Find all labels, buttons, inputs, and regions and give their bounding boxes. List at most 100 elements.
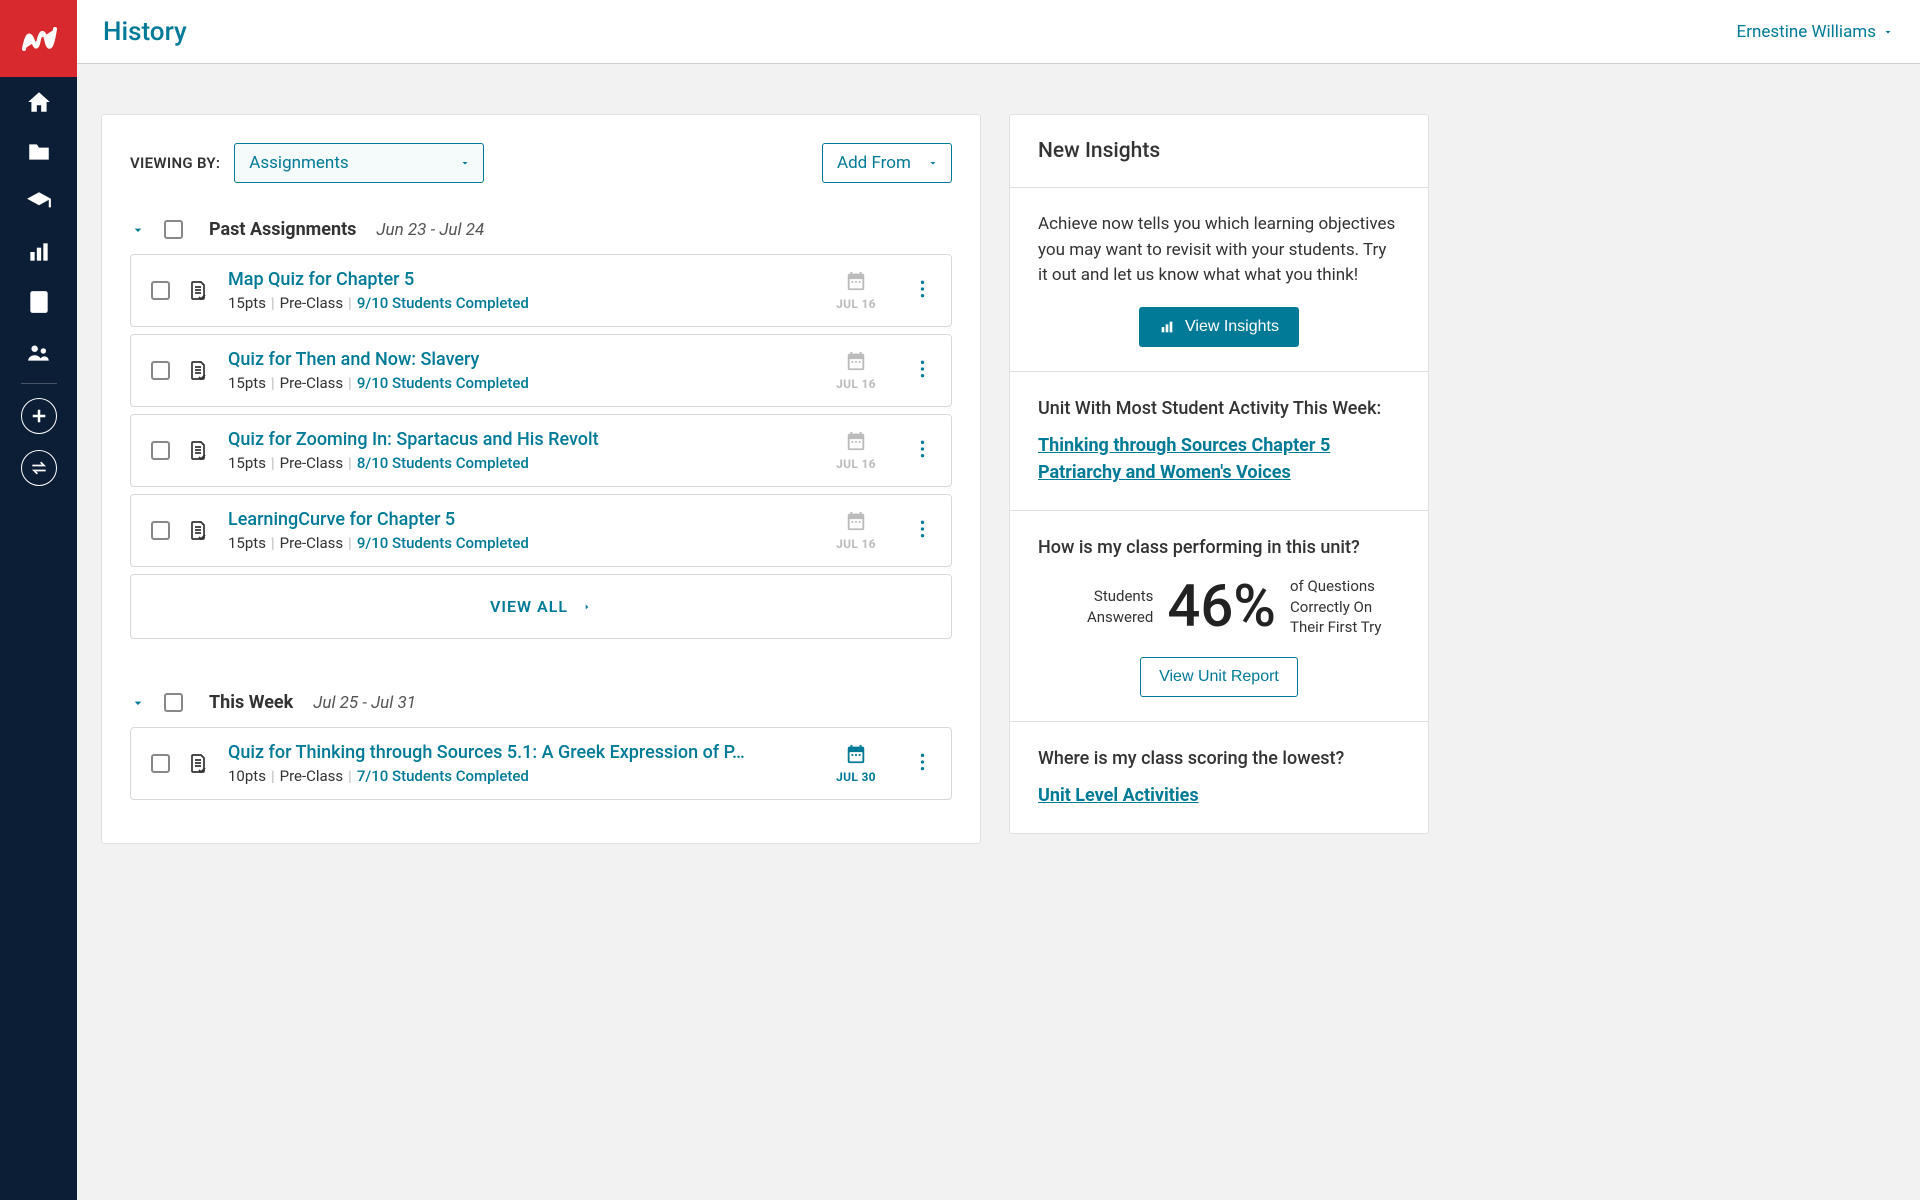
due-date: JUL 16: [826, 350, 886, 391]
assignment-title[interactable]: LearningCurve for Chapter 5: [228, 509, 826, 530]
calendar-icon: [845, 510, 867, 532]
document-icon: [186, 359, 210, 383]
viewing-by-label: VIEWING BY:: [130, 154, 220, 172]
due-date-label: JUL 30: [826, 770, 886, 784]
more-options-button[interactable]: [914, 513, 931, 549]
assignment-completed: 9/10 Students Completed: [357, 534, 529, 552]
section-date-range: Jul 25 - Jul 31: [313, 693, 416, 713]
more-options-button[interactable]: [914, 433, 931, 469]
view-insights-button[interactable]: View Insights: [1139, 307, 1299, 347]
assignment-completed: 9/10 Students Completed: [357, 374, 529, 392]
select-assignment-checkbox[interactable]: [151, 754, 170, 773]
select-assignment-checkbox[interactable]: [151, 441, 170, 460]
section-date-range: Jun 23 - Jul 24: [376, 220, 484, 240]
assignment-completed: 7/10 Students Completed: [357, 767, 529, 785]
select-all-week-checkbox[interactable]: [164, 693, 183, 712]
more-icon: [920, 439, 925, 459]
calendar-icon: [845, 350, 867, 372]
select-assignment-checkbox[interactable]: [151, 281, 170, 300]
page-title: History: [103, 17, 187, 47]
calendar-icon: [845, 430, 867, 452]
assignments-panel: VIEWING BY: Assignments Add From: [101, 114, 981, 844]
assignment-tag: Pre-Class: [280, 454, 344, 472]
more-options-button[interactable]: [914, 746, 931, 782]
bars-icon: [1159, 319, 1175, 335]
due-date: JUL 30: [826, 743, 886, 784]
assignment-title[interactable]: Map Quiz for Chapter 5: [228, 269, 826, 290]
assignment-tag: Pre-Class: [280, 534, 344, 552]
nav-divider: [21, 383, 57, 384]
calendar-icon: [845, 743, 867, 765]
activity-title: Unit With Most Student Activity This Wee…: [1038, 396, 1400, 422]
due-date-label: JUL 16: [826, 457, 886, 471]
add-from-select[interactable]: Add From: [822, 143, 952, 183]
assignment-tag: Pre-Class: [280, 294, 344, 312]
nav-folder-icon[interactable]: [0, 127, 77, 177]
more-icon: [920, 279, 925, 299]
nav-book-icon[interactable]: [0, 277, 77, 327]
assignment-meta: 15pts|Pre-Class|8/10 Students Completed: [228, 454, 826, 472]
document-icon: [186, 439, 210, 463]
insights-intro: Achieve now tells you which learning obj…: [1038, 212, 1400, 289]
assignment-completed: 9/10 Students Completed: [357, 294, 529, 312]
more-icon: [920, 519, 925, 539]
chevron-down-icon: [459, 157, 471, 169]
sidebar: [0, 0, 77, 1200]
assignment-tag: Pre-Class: [280, 767, 344, 785]
select-assignment-checkbox[interactable]: [151, 361, 170, 380]
assignment-title[interactable]: Quiz for Then and Now: Slavery: [228, 349, 826, 370]
assignment-points: 10pts: [228, 767, 266, 785]
more-options-button[interactable]: [914, 353, 931, 389]
select-all-past-checkbox[interactable]: [164, 220, 183, 239]
document-icon: [186, 752, 210, 776]
section-header-week: This Week Jul 25 - Jul 31: [102, 692, 980, 727]
assignment-card: LearningCurve for Chapter 5 15pts|Pre-Cl…: [130, 494, 952, 567]
nav-swap-button[interactable]: [21, 450, 57, 486]
user-name: Ernestine Williams: [1737, 22, 1876, 42]
document-icon: [186, 519, 210, 543]
assignment-title[interactable]: Quiz for Zooming In: Spartacus and His R…: [228, 429, 826, 450]
due-date: JUL 16: [826, 430, 886, 471]
assignment-tag: Pre-Class: [280, 374, 344, 392]
section-title: This Week: [209, 692, 293, 713]
chevron-down-icon: [1882, 26, 1894, 38]
due-date: JUL 16: [826, 510, 886, 551]
lowest-title: Where is my class scoring the lowest?: [1038, 746, 1400, 772]
viewing-by-select[interactable]: Assignments: [234, 143, 484, 183]
nav-add-button[interactable]: [21, 398, 57, 434]
more-options-button[interactable]: [914, 273, 931, 309]
assignment-meta: 10pts|Pre-Class|7/10 Students Completed: [228, 767, 826, 785]
more-icon: [920, 752, 925, 772]
due-date-label: JUL 16: [826, 297, 886, 311]
chevron-down-icon: [927, 157, 939, 169]
chevron-right-icon: [582, 600, 592, 614]
lowest-link[interactable]: Unit Level Activities: [1038, 785, 1199, 806]
nav-grad-icon[interactable]: [0, 177, 77, 227]
topbar: History Ernestine Williams: [77, 0, 1920, 64]
assignment-title[interactable]: Quiz for Thinking through Sources 5.1: A…: [228, 742, 826, 763]
nav-people-icon[interactable]: [0, 327, 77, 377]
activity-link[interactable]: Thinking through Sources Chapter 5 Patri…: [1038, 435, 1330, 483]
more-icon: [920, 359, 925, 379]
assignment-points: 15pts: [228, 294, 266, 312]
perf-percent: 46%: [1167, 573, 1276, 641]
logo[interactable]: [0, 0, 77, 77]
collapse-icon[interactable]: [130, 695, 146, 711]
nav-home-icon[interactable]: [0, 77, 77, 127]
performance-title: How is my class performing in this unit?: [1038, 535, 1400, 561]
assignment-card: Map Quiz for Chapter 5 15pts|Pre-Class|9…: [130, 254, 952, 327]
assignment-card: Quiz for Thinking through Sources 5.1: A…: [130, 727, 952, 800]
view-all-button[interactable]: VIEW ALL: [130, 574, 952, 639]
assignment-card: Quiz for Zooming In: Spartacus and His R…: [130, 414, 952, 487]
assignment-completed: 8/10 Students Completed: [357, 454, 529, 472]
due-date: JUL 16: [826, 270, 886, 311]
view-unit-report-button[interactable]: View Unit Report: [1140, 657, 1298, 697]
perf-right-label: of Questions Correctly On Their First Tr…: [1290, 576, 1400, 637]
collapse-icon[interactable]: [130, 222, 146, 238]
user-menu[interactable]: Ernestine Williams: [1737, 22, 1894, 42]
perf-left-label: Students Answered: [1038, 586, 1153, 627]
assignment-points: 15pts: [228, 534, 266, 552]
select-assignment-checkbox[interactable]: [151, 521, 170, 540]
nav-reports-icon[interactable]: [0, 227, 77, 277]
insights-panel: New Insights Achieve now tells you which…: [1009, 114, 1429, 834]
